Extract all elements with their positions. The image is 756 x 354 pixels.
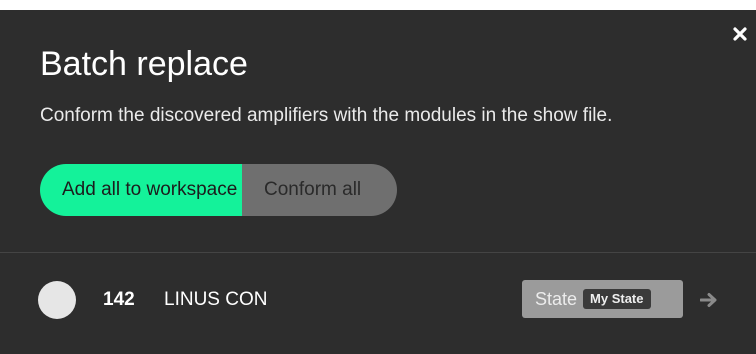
amplifier-id: 142 bbox=[103, 289, 135, 310]
state-value-badge: My State bbox=[583, 289, 651, 309]
dialog-subtitle: Conform the discovered amplifiers with t… bbox=[40, 105, 613, 126]
amplifier-row[interactable]: 142 LINUS CON State My State bbox=[0, 253, 756, 354]
close-icon bbox=[733, 27, 747, 41]
batch-replace-dialog: Batch replace Conform the discovered amp… bbox=[0, 10, 756, 354]
arrow-right-icon bbox=[700, 293, 717, 307]
action-button-group: Add all to workspace Conform all bbox=[40, 164, 397, 216]
arrow-right-button[interactable] bbox=[697, 289, 721, 311]
add-all-to-workspace-button[interactable]: Add all to workspace bbox=[40, 164, 242, 216]
state-selector[interactable]: State My State bbox=[522, 280, 683, 318]
amplifier-name: LINUS CON bbox=[164, 289, 268, 310]
close-button[interactable] bbox=[730, 24, 750, 44]
conform-all-button[interactable]: Conform all bbox=[242, 164, 397, 216]
status-indicator bbox=[38, 281, 76, 319]
state-label: State bbox=[535, 288, 578, 309]
dialog-title: Batch replace bbox=[40, 45, 248, 83]
